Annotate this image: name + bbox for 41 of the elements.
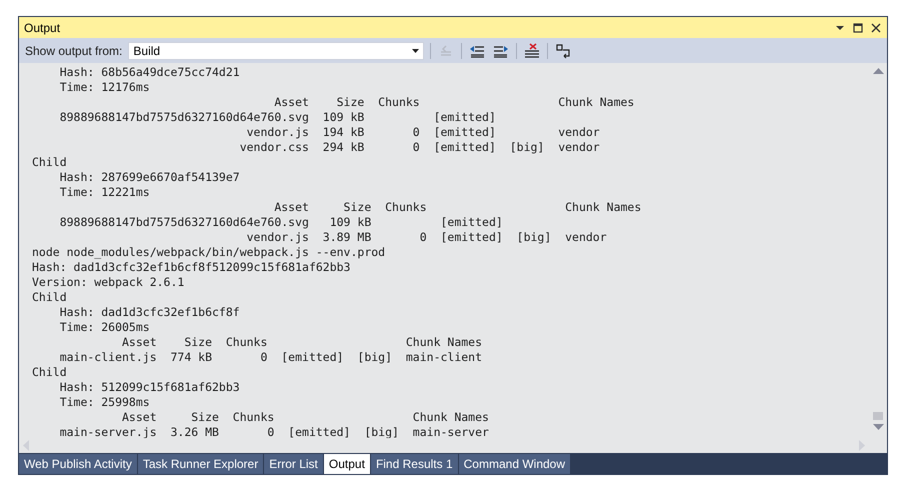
output-line: node node_modules/webpack/bin/webpack.js --env.prod [32, 245, 386, 260]
output-line: Asset Size Chunks Chunk Names [273, 200, 642, 215]
output-line: vendor.css 294 kB 0 [emitted] [big] vendor [238, 140, 601, 155]
window-title: Output [24, 20, 60, 34]
panel-tab[interactable]: Output [324, 454, 370, 474]
output-line: Time: 26005ms [58, 320, 151, 335]
scroll-up-icon[interactable] [873, 68, 884, 74]
output-line: Child [32, 155, 68, 170]
panel-tab[interactable]: Find Results 1 [370, 454, 458, 474]
panel-tab[interactable]: Command Window [458, 454, 570, 474]
clear-all-icon[interactable] [524, 42, 540, 58]
panel-tab[interactable]: Task Runner Explorer [138, 454, 264, 474]
output-line: vendor.js 3.89 MB 0 [emitted] [big] vendor [246, 230, 608, 245]
output-line: Time: 12221ms [58, 185, 151, 200]
caret-icon [412, 48, 420, 52]
output-line: Hash: 287699e6670af54139e7 [58, 170, 241, 185]
output-line: Asset Size Chunks Chunk Names [121, 335, 484, 350]
output-line: vendor.js 194 kB 0 [emitted] vendor [246, 125, 601, 140]
output-line: Hash: 512099c15f681af62bb3 [58, 380, 241, 395]
output-source-dropdown[interactable]: Build [128, 42, 424, 60]
output-line: Hash: dad1d3cfc32ef1b6cf8f [58, 305, 241, 320]
word-wrap-icon[interactable] [555, 42, 572, 58]
panel-tab[interactable]: Error List [264, 454, 323, 474]
output-line: 89889688147bd7575d6327160d64e760.svg 109 kB [emitted] [58, 110, 497, 125]
output-line: Child [32, 365, 68, 380]
output-line: Child [32, 290, 68, 305]
output-line: Time: 12176ms [58, 80, 151, 95]
output-line: 89889688147bd7575d6327160d64e760.svg 109 kB [emitted] [58, 215, 504, 230]
output-line: Asset Size Chunks Chunk Names [273, 95, 636, 110]
output-line: Asset Size Chunks Chunk Names [121, 410, 490, 425]
output-line: main-client.js 774 kB 0 [emitted] [big] main-client [58, 350, 484, 365]
scroll-thumb[interactable] [873, 412, 883, 420]
output-line: Time: 25998ms [58, 395, 151, 410]
maximize-icon[interactable] [853, 22, 863, 32]
output-line: Hash: 68b56a49dce75cc74d21 [58, 65, 241, 80]
output-line: Version: webpack 2.6.1 [32, 275, 186, 290]
show-output-label: Show output from: [25, 44, 122, 58]
output-line: Hash: dad1d3cfc32ef1b6cf8f512099c15f681af62bb3 [32, 260, 352, 275]
scroll-down-icon[interactable] [873, 424, 884, 430]
close-icon[interactable] [871, 22, 881, 32]
panel-tab[interactable]: Web Publish Activity [19, 454, 137, 474]
